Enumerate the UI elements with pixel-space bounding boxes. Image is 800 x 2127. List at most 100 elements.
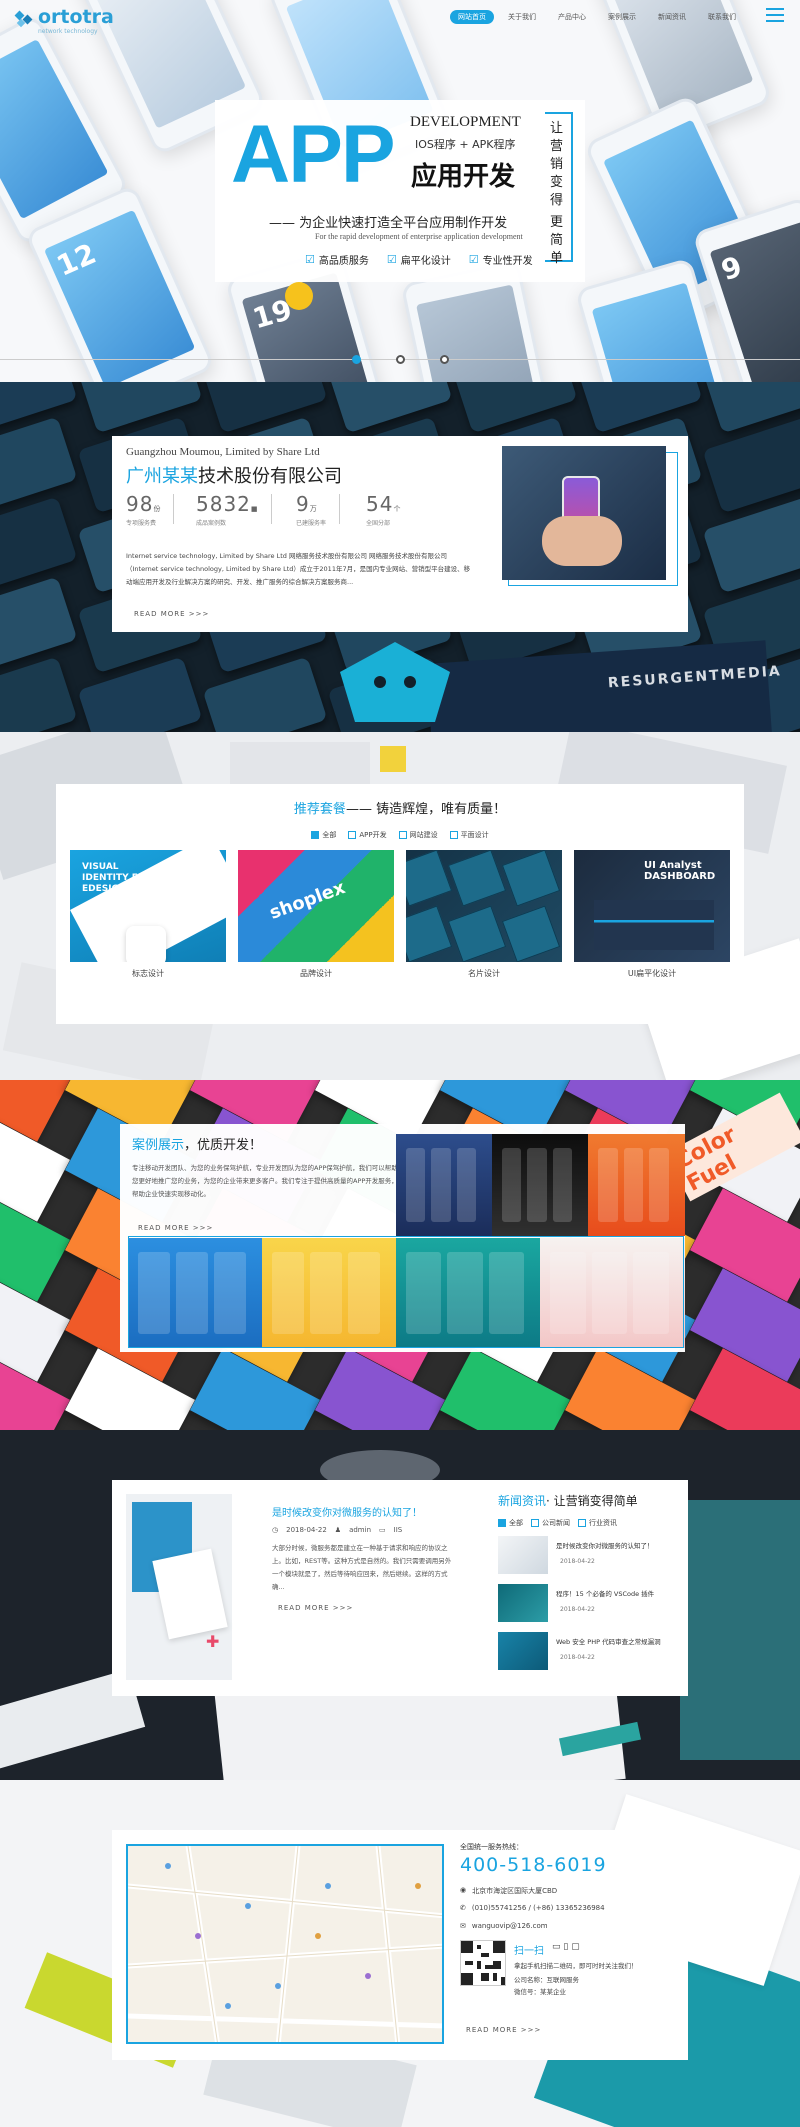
news-feature-author: admin xyxy=(349,1526,372,1534)
stat-unit: ■ xyxy=(250,505,258,513)
stat-3: 54个 全国分部 xyxy=(366,492,400,527)
check-icon: ☑ xyxy=(386,253,397,266)
stat-unit: 个 xyxy=(393,505,401,513)
news-section: ✚ 是时候改变你对微服务的认知了！ ◷ 2018-04-22 ♟ admin ▭ II… xyxy=(0,1430,800,1780)
app-screen xyxy=(488,1252,524,1334)
nav-item-1[interactable]: 关于我们 xyxy=(500,10,544,24)
package-thumbnail[interactable]: shoplex xyxy=(238,850,394,962)
map[interactable] xyxy=(126,1844,444,2044)
hero-feature-0: ☑ 高品质服务 xyxy=(305,252,369,267)
bg-card xyxy=(0,576,78,674)
case-thumbnail[interactable] xyxy=(540,1238,685,1348)
package-thumbnail[interactable] xyxy=(406,850,562,962)
site-header: ortotra network technology 网站首页 关于我们 产品中心案… xyxy=(0,0,800,36)
app-screen xyxy=(447,1252,483,1334)
stat-divider xyxy=(270,494,272,524)
package-tab-3[interactable]: 平面设计 xyxy=(449,830,489,840)
case-thumbnail[interactable] xyxy=(492,1134,588,1236)
news-item-date: 2018-04-22 xyxy=(560,1558,595,1565)
app-screen xyxy=(598,1148,618,1222)
news-thumbnail xyxy=(498,1584,548,1622)
card-image xyxy=(501,905,561,962)
package-tab-label: 网站建设 xyxy=(409,831,438,839)
app-screen xyxy=(502,1148,522,1222)
bg-card xyxy=(702,416,800,514)
qr-title: 扫一扫 xyxy=(514,1946,544,1957)
nav-item-4[interactable]: 新闻资讯 xyxy=(650,10,694,24)
package-caption[interactable]: 标志设计 xyxy=(70,968,226,979)
news-tab-0[interactable]: 全部 xyxy=(498,1518,523,1528)
nav-item-3[interactable]: 案例展示 xyxy=(600,10,644,24)
slider-dot-2[interactable] xyxy=(396,355,405,364)
app-screen xyxy=(138,1252,170,1334)
news-feature-meta: ◷ 2018-04-22 ♟ admin ▭ IIS xyxy=(272,1526,402,1534)
hamburger-menu-icon[interactable] xyxy=(766,8,784,24)
case-thumbnail[interactable] xyxy=(262,1238,396,1348)
package-caption[interactable]: 品牌设计 xyxy=(238,968,394,979)
stat-label: 成品案例数 xyxy=(196,520,227,527)
location-icon: ◉ xyxy=(460,1886,467,1894)
packages-title-highlight: 推荐套餐 xyxy=(293,802,346,817)
news-tab-1[interactable]: 公司新闻 xyxy=(531,1518,570,1528)
news-tab-2[interactable]: 行业资讯 xyxy=(578,1518,617,1528)
app-screen xyxy=(348,1252,380,1334)
contact-read-more-link[interactable]: READ MORE >>> xyxy=(466,2026,541,2034)
card-image xyxy=(406,850,453,907)
checkbox-icon xyxy=(578,1519,586,1527)
slider-dot-3[interactable] xyxy=(440,355,449,364)
packages-tabs: 全部 APP开发 网站建设 平面设计 xyxy=(56,824,744,843)
stat-0: 98份 专项服务费 xyxy=(126,492,175,527)
nav-item-2[interactable]: 产品中心 xyxy=(550,10,594,24)
nav-item-0[interactable]: 网站首页 xyxy=(450,10,494,24)
package-thumbnail[interactable]: UI Analyst DASHBOARD xyxy=(574,850,730,962)
news-read-more-link[interactable]: READ MORE >>> xyxy=(278,1604,353,1612)
package-tab-0[interactable]: 全部 xyxy=(311,830,336,840)
checkbox-icon xyxy=(398,831,407,839)
case-thumbnail[interactable] xyxy=(396,1134,492,1236)
email-text[interactable]: wanguovip@126.com xyxy=(472,1922,548,1930)
news-feature-title[interactable]: 是时候改变你对微服务的认知了！ xyxy=(272,1504,422,1519)
slider-dot-1[interactable] xyxy=(352,355,361,364)
package-tab-label: 平面设计 xyxy=(460,831,489,839)
hotline-number[interactable]: 400-518-6019 xyxy=(460,1854,607,1876)
nav-item-5[interactable]: 联系我们 xyxy=(700,10,744,24)
news-list-item[interactable]: 程序！15 个必备的 VSCode 插件 2018-04-22 xyxy=(498,1584,678,1624)
brochure-image xyxy=(152,1548,228,1640)
hero-banner: 12 19 9 APP DEVELOPMENT IOS程序 + APK程序 应用… xyxy=(0,0,800,382)
news-item-date: 2018-04-22 xyxy=(560,1654,595,1661)
stat-value: 9 xyxy=(296,492,310,516)
case-thumbnail[interactable] xyxy=(588,1134,685,1236)
cases-read-more-link[interactable]: READ MORE >>> xyxy=(138,1224,213,1232)
package-caption[interactable]: UI扁平化设计 xyxy=(574,968,730,979)
news-list-item[interactable]: 是时候改变你对微服务的认知了！ 2018-04-22 xyxy=(498,1536,678,1576)
device-icons: ▭ ▯ ▢ xyxy=(552,1942,580,1952)
package-tab-2[interactable]: 网站建设 xyxy=(398,830,438,840)
about-bg-text: RESURGENTMEDIA xyxy=(607,663,783,692)
bg-card xyxy=(0,496,78,594)
stat-divider xyxy=(339,494,341,524)
news-tabs: 全部 公司新闻 行业资讯 xyxy=(498,1512,625,1531)
news-feature-image: ✚ xyxy=(126,1494,232,1680)
about-read-more-link[interactable]: READ MORE >>> xyxy=(134,610,209,618)
package-caption[interactable]: 名片设计 xyxy=(406,968,562,979)
bg-card xyxy=(702,496,800,594)
hero-vertical-1: 让营销变得 xyxy=(550,121,564,208)
check-icon: ☑ xyxy=(305,253,315,266)
news-item-date: 2018-04-22 xyxy=(560,1606,595,1613)
stat-value: 54 xyxy=(366,492,394,516)
news-feature-description: 大部分时候，微服务都是建立在一种基于请求和响应的协议之上。比如，REST等。这种… xyxy=(272,1544,452,1591)
contact-phone: ✆ (010)55741256 / (+86) 13365236984 xyxy=(460,1904,605,1912)
package-thumbnail[interactable]: VISUAL IDENTITY FOR EDESIGNER xyxy=(70,850,226,962)
cases-card: 案例展示，优质开发！ 专注移动开发团队、为您的业务保驾护航，专业开发团队为您的A… xyxy=(120,1124,685,1352)
app-screen xyxy=(623,1148,644,1222)
case-thumbnail[interactable] xyxy=(128,1238,262,1348)
hotline-label: 全国统一服务热线： xyxy=(460,1843,523,1851)
case-thumbnail[interactable] xyxy=(396,1238,540,1348)
contact-card: 全国统一服务热线： 400-518-6019 ◉ 北京市海淀区国际大厦CBD ✆ (… xyxy=(112,1830,688,2060)
brand-name: ortotra xyxy=(38,6,114,28)
checkbox-icon xyxy=(311,831,320,839)
package-art-text: shoplex xyxy=(266,877,348,924)
package-tab-1[interactable]: APP开发 xyxy=(348,830,387,840)
company-name-highlight: 广州某某 xyxy=(126,466,198,487)
news-list-item[interactable]: Web 安全 PHP 代码审查之常规漏洞 2018-04-22 xyxy=(498,1632,678,1672)
